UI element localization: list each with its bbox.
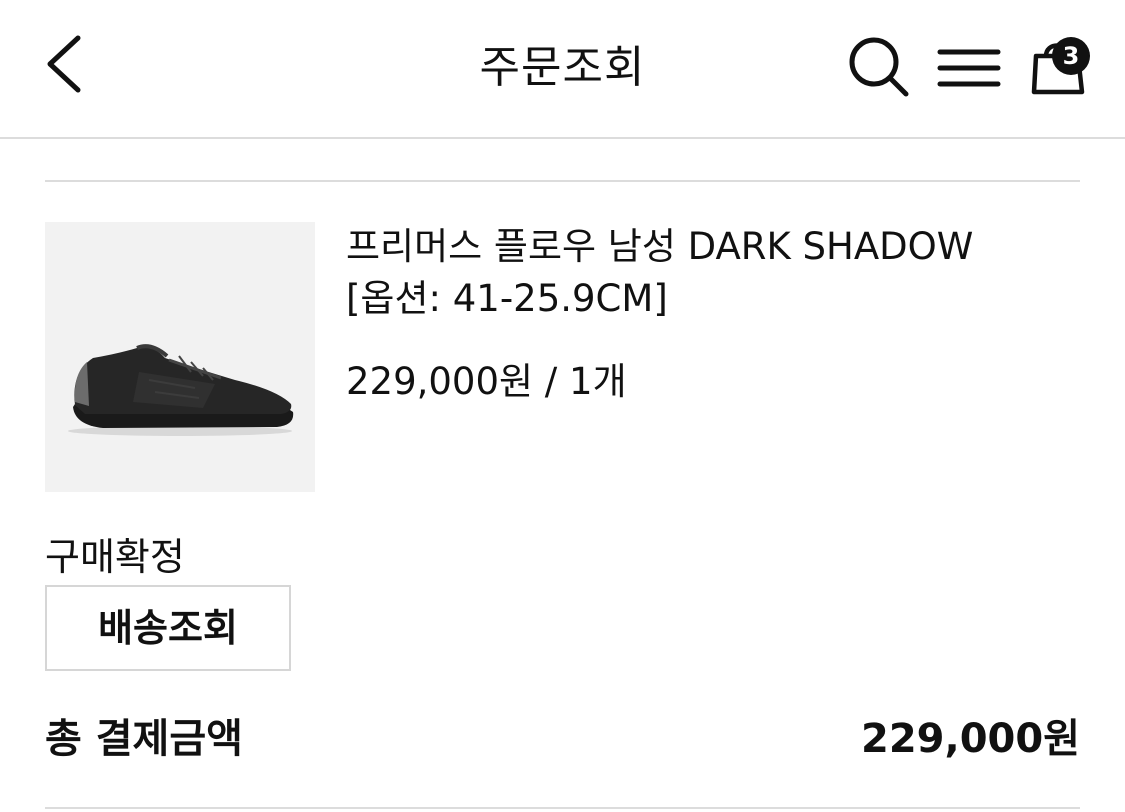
order-detail-page: 주문조회 3 프리머스 플로우 남성 DARK SHADOW [옵션: 41-2…	[0, 0, 1125, 812]
search-icon	[849, 37, 909, 97]
top-header: 주문조회 3	[0, 0, 1125, 139]
hamburger-menu-icon	[937, 49, 1001, 87]
product-option: [옵션: 41-25.9CM]	[346, 277, 668, 320]
bottom-divider	[45, 807, 1080, 809]
menu-button[interactable]	[937, 46, 1001, 90]
search-button[interactable]	[846, 34, 912, 98]
product-name[interactable]: 프리머스 플로우 남성 DARK SHADOW	[346, 224, 1066, 270]
product-price-quantity: 229,000원 / 1개	[346, 360, 627, 403]
order-status: 구매확정	[45, 535, 185, 579]
total-payment-label: 총 결제금액	[45, 716, 243, 762]
shoe-image	[68, 344, 294, 436]
cart-count-badge: 3	[1052, 37, 1090, 75]
track-delivery-button[interactable]: 배송조회	[45, 585, 291, 671]
section-divider	[45, 180, 1080, 182]
total-payment-amount: 229,000원	[861, 716, 1080, 762]
product-thumbnail[interactable]	[45, 222, 315, 492]
